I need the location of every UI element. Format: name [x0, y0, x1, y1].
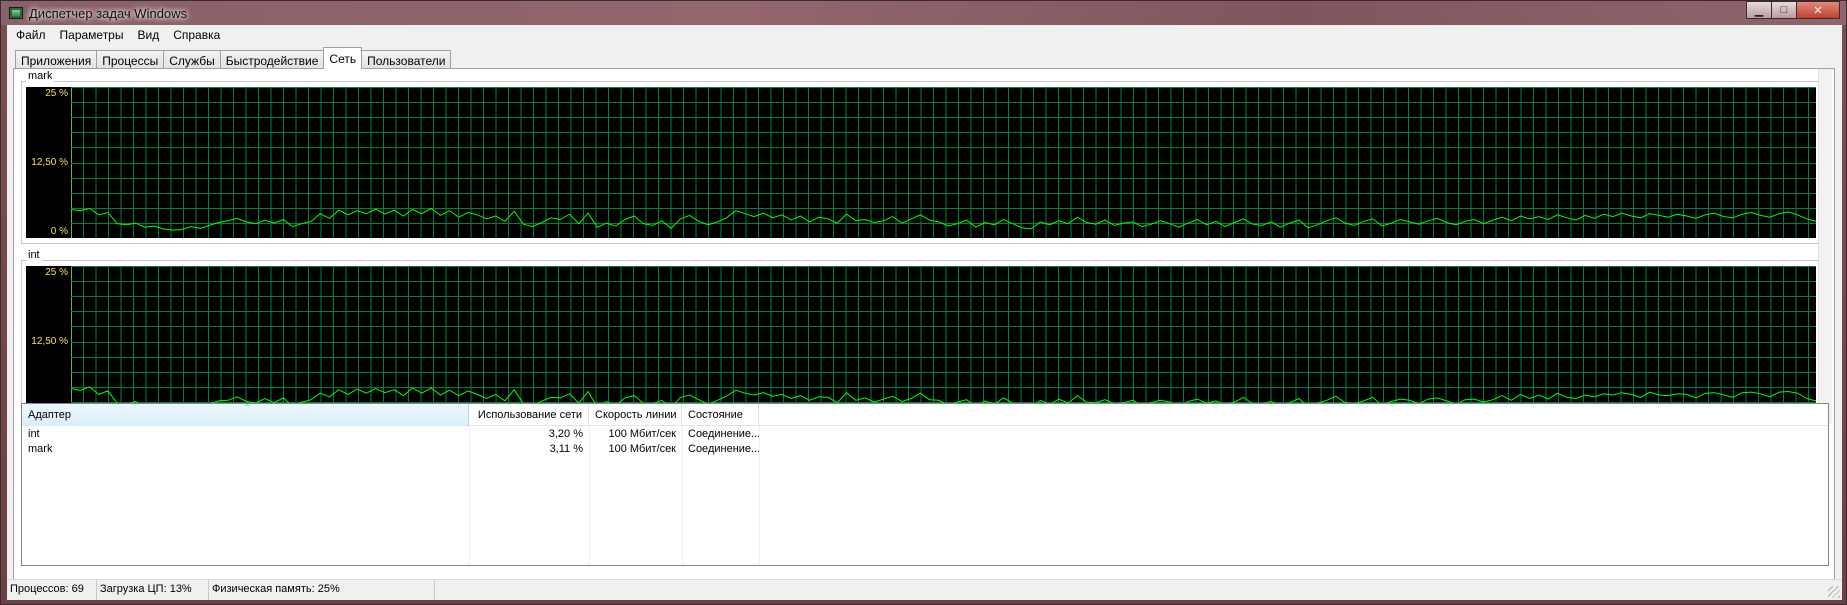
adapter-state: Соединение... [688, 428, 759, 440]
sort-up-icon: ^ [245, 402, 249, 411]
graphs-scrollbar[interactable] [1818, 69, 1832, 424]
minimize-button[interactable]: ▁ [1746, 1, 1772, 19]
menu-view[interactable]: Вид [130, 25, 166, 45]
adapter-speed: 100 Мбит/сек [608, 428, 676, 440]
resize-grip[interactable] [1828, 586, 1840, 598]
column-adapter[interactable]: ^ Адаптер [22, 402, 469, 426]
adapter-usage: 3,11 % [549, 443, 583, 455]
title-bar[interactable]: Диспетчер задач Windows ▁ □ ✕ [1, 1, 1846, 25]
y-label-mid: 12,50 % [31, 157, 68, 168]
status-memory: Физическая память: 25% [209, 580, 435, 600]
y-label-min: 0 % [50, 226, 68, 237]
column-link-speed[interactable]: Скорость линии [589, 404, 682, 426]
usage-series-line [71, 207, 1816, 231]
adapter-speed: 100 Мбит/сек [608, 443, 676, 455]
column-state[interactable]: Состояние [682, 404, 759, 426]
adapter-name: mark [28, 443, 53, 455]
tab-processes[interactable]: Процессы [96, 50, 165, 69]
status-cpu: Загрузка ЦП: 13% [97, 580, 209, 600]
maximize-button[interactable]: □ [1771, 1, 1797, 19]
list-item[interactable]: mark 3,11 % 100 Мбит/сек Соединение... [22, 443, 1828, 458]
graph-title: int [26, 249, 42, 261]
y-label-max: 25 % [45, 88, 68, 99]
tab-users[interactable]: Пользователи [361, 50, 452, 69]
menu-bar: Файл Параметры Вид Справка [7, 25, 1842, 45]
y-label-mid: 12,50 % [31, 336, 68, 347]
networking-panel: mark 25 % 12,50 % 0 % int 25 % 12,50 % 0… [13, 68, 1835, 589]
network-graph-svg [71, 266, 1816, 417]
tab-services[interactable]: Службы [163, 50, 221, 69]
graph-canvas: 25 % 12,50 % 0 % [26, 87, 1816, 238]
task-manager-window: Диспетчер задач Windows ▁ □ ✕ Файл Парам… [0, 0, 1847, 605]
graph-plot [71, 87, 1816, 238]
list-header: ^ Адаптер Использование сети Скорость ли… [22, 402, 1828, 426]
tab-networking[interactable]: Сеть [323, 47, 363, 69]
client-area: Файл Параметры Вид Справка Приложения Пр… [7, 25, 1842, 600]
menu-file[interactable]: Файл [9, 25, 53, 45]
graph-int: int 25 % 12,50 % 0 % [21, 249, 1821, 423]
network-graph-svg [71, 87, 1816, 238]
window-controls: ▁ □ ✕ [1746, 1, 1840, 19]
task-manager-icon [9, 7, 23, 19]
list-item[interactable]: int 3,20 % 100 Мбит/сек Соединение... [22, 428, 1828, 443]
graph-plot [71, 266, 1816, 417]
status-processes: Процессов: 69 [7, 580, 97, 600]
adapter-usage: 3,20 % [548, 428, 583, 440]
tab-performance[interactable]: Быстродействие [219, 50, 325, 69]
adapter-list: ^ Адаптер Использование сети Скорость ли… [21, 402, 1829, 566]
close-button[interactable]: ✕ [1796, 1, 1840, 19]
window-title: Диспетчер задач Windows [29, 6, 188, 21]
column-label: Адаптер [28, 409, 71, 421]
tab-applications[interactable]: Приложения [15, 50, 98, 69]
graph-mark: mark 25 % 12,50 % 0 % [21, 70, 1821, 244]
menu-help[interactable]: Справка [166, 25, 227, 45]
column-network-usage[interactable]: Использование сети [469, 404, 589, 426]
menu-options[interactable]: Параметры [53, 25, 131, 45]
graph-canvas: 25 % 12,50 % 0 % [26, 266, 1816, 417]
status-bar: Процессов: 69 Загрузка ЦП: 13% Физическа… [7, 579, 1842, 600]
graph-title: mark [26, 70, 55, 82]
tab-strip: Приложения Процессы Службы Быстродействи… [15, 47, 452, 69]
y-label-max: 25 % [45, 267, 68, 278]
adapter-name: int [28, 428, 40, 440]
adapter-state: Соединение... [688, 443, 759, 455]
